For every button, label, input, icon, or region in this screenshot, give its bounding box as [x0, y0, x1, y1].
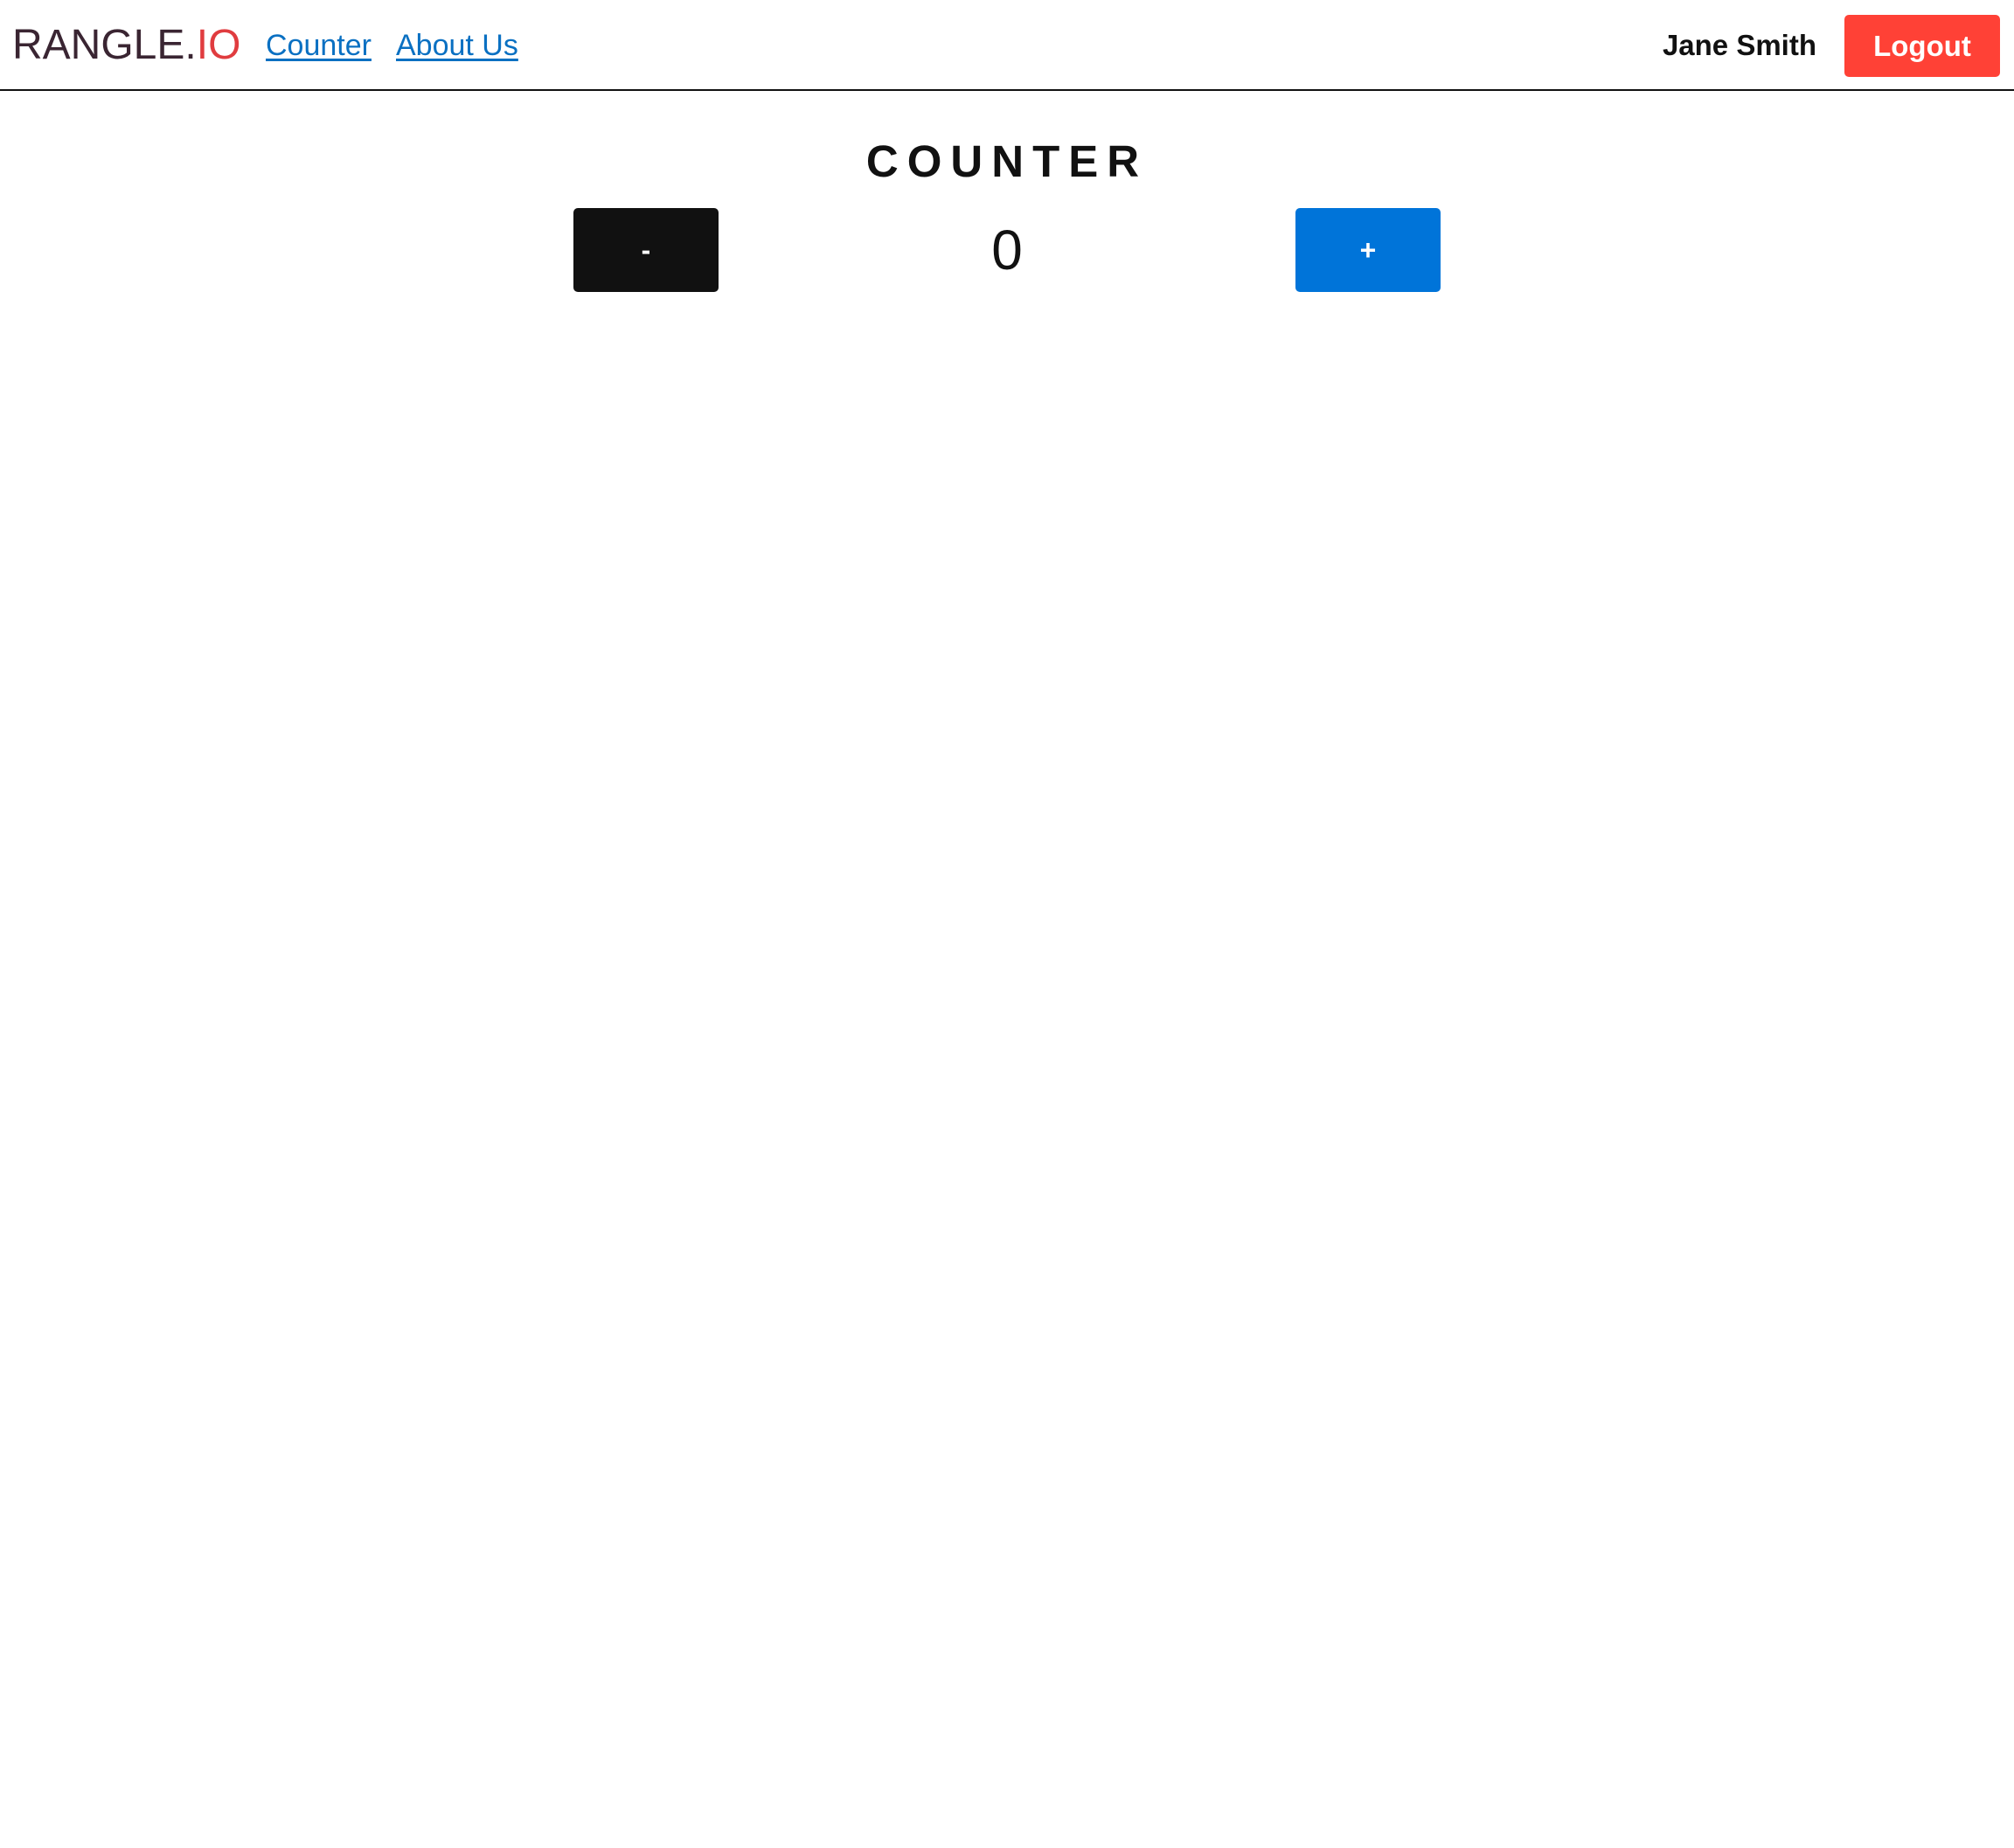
- nav-link-about-us[interactable]: About Us: [396, 21, 518, 70]
- counter-value: 0: [991, 219, 1023, 281]
- logo-accent-text: IO: [196, 22, 241, 68]
- rangle-logo[interactable]: RANGLE.IO: [12, 17, 240, 73]
- increment-button[interactable]: +: [1295, 208, 1441, 292]
- logout-button[interactable]: Logout: [1844, 15, 2000, 77]
- counter-controls: - 0 +: [0, 208, 2014, 292]
- user-name: Jane Smith: [1662, 29, 1816, 61]
- decrement-button[interactable]: -: [573, 208, 719, 292]
- logo-main-text: RANGLE.: [12, 22, 197, 68]
- navbar: RANGLE.IO Counter About Us Jane Smith Lo…: [0, 0, 2014, 91]
- nav-link-counter[interactable]: Counter: [266, 21, 372, 70]
- page-title: COUNTER: [865, 136, 1149, 186]
